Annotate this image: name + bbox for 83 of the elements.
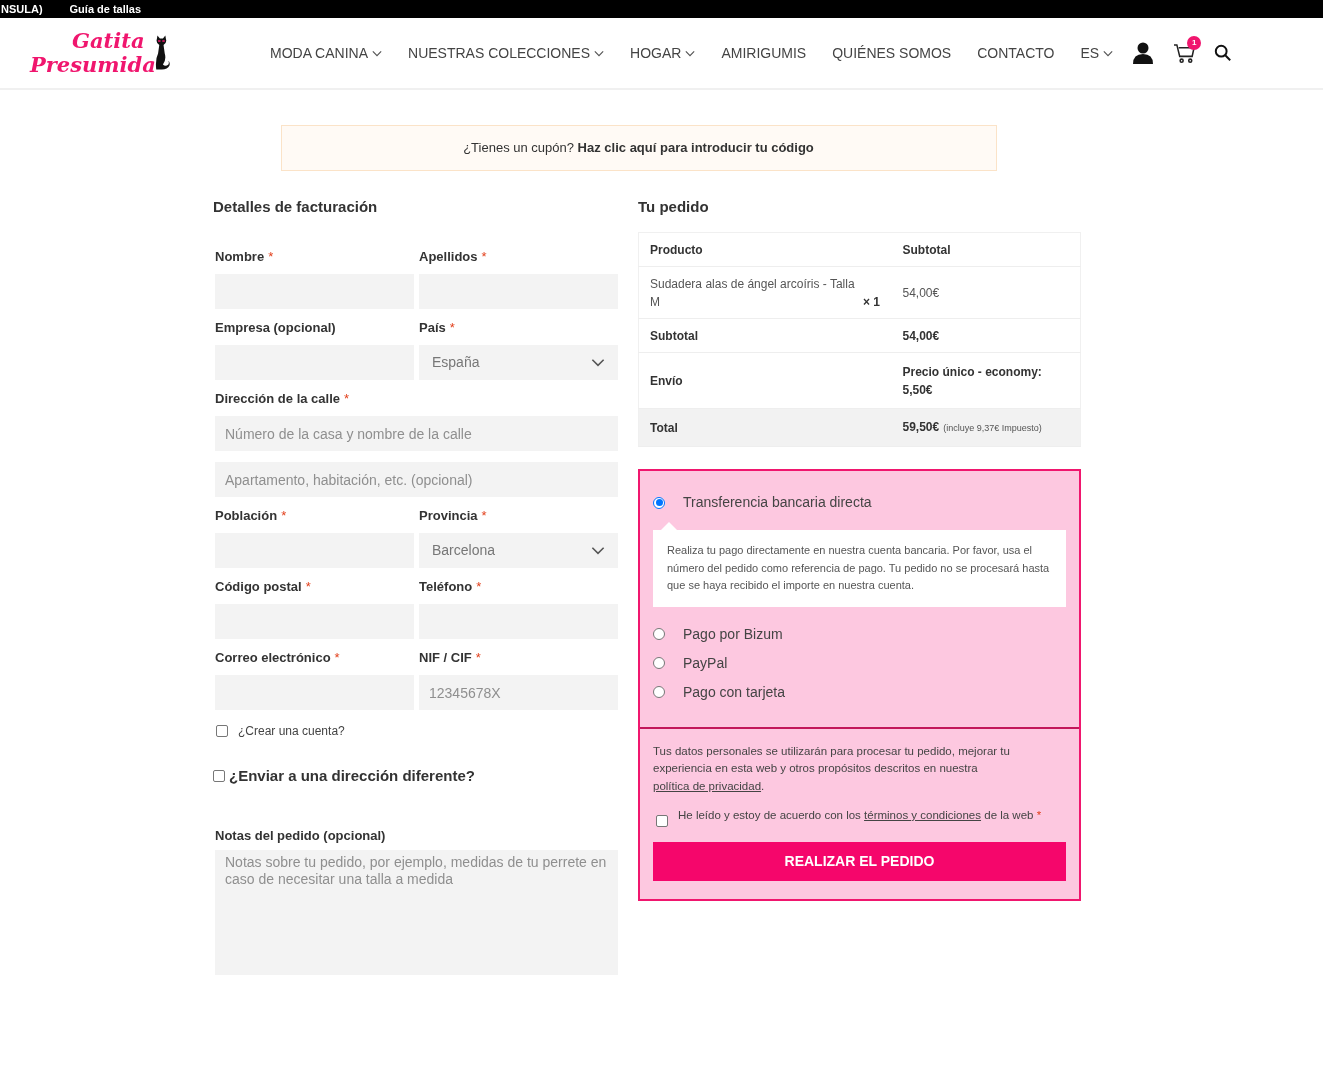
logo-text: Presumida	[30, 53, 156, 77]
notes-field[interactable]: Notas sobre tu pedido, por ejemplo, medidas de tu perrete en caso de necesitar una talla a medida	[215, 850, 618, 975]
select-field[interactable]: España	[419, 345, 618, 380]
nav-link[interactable]: HOGAR	[630, 42, 696, 64]
payment-method-label: PayPal	[683, 653, 728, 673]
field-label: Empresa (opcional)	[215, 319, 336, 337]
field-label: Nombre	[215, 248, 265, 266]
required-mark: *	[268, 248, 274, 266]
required-mark: *	[334, 649, 340, 667]
field-label: Población	[215, 507, 278, 525]
required-mark: *	[305, 578, 311, 596]
row-label: Subtotal	[650, 328, 698, 343]
field-label: Teléfono	[419, 578, 473, 596]
nav-link[interactable]: CONTACTO	[977, 42, 1055, 64]
chevron-down-icon	[1103, 49, 1114, 57]
required-mark: *	[481, 248, 487, 266]
chevron-down-icon	[591, 358, 605, 367]
row-label: Total	[650, 420, 678, 435]
input-field[interactable]: Apartamento, habitación, etc. (opcional)	[215, 462, 618, 497]
row-value: 54,00€	[902, 328, 940, 343]
logo-text: Gatita	[72, 29, 146, 53]
tax-note: (incluye 9,37€ Impuesto)	[943, 423, 1042, 433]
product-quantity: × 1	[863, 293, 880, 311]
chevron-down-icon	[685, 49, 696, 57]
field-label: NIF / CIF	[419, 649, 472, 667]
required-mark: *	[281, 507, 287, 525]
terms-link[interactable]: términos y condiciones	[864, 809, 982, 821]
section-heading: Tu pedido	[638, 197, 710, 217]
checkbox[interactable]	[213, 770, 225, 783]
required-mark: *	[476, 578, 482, 596]
radio-button[interactable]	[653, 628, 665, 640]
required-mark: *	[449, 319, 455, 337]
terms-text: He leído y estoy de acuerdo con los términos y condiciones de la web *	[678, 808, 1042, 823]
field-label: Apellidos	[419, 248, 478, 266]
field-label: Provincia	[419, 507, 478, 525]
logo[interactable]: Gatita Presumida	[30, 25, 170, 81]
user-icon[interactable]	[1133, 42, 1154, 64]
privacy-text: Tus datos personales se utilizarán para procesar tu pedido, mejorar tu experiencia en esta web y otros propósitos descritos en nuestra política de privacidad.	[653, 743, 1011, 794]
required-mark: *	[481, 507, 487, 525]
cart-count-badge: 1	[1187, 35, 1202, 50]
radio-button[interactable]	[653, 496, 665, 509]
payment-method-label: Transferencia bancaria directa	[683, 493, 872, 512]
row-value: 54,00€	[902, 285, 940, 300]
checkbox-label: ¿Enviar a una dirección diferente?	[229, 766, 475, 786]
column-header: Subtotal	[891, 232, 1081, 267]
chevron-down-icon	[372, 49, 382, 57]
radio-button[interactable]	[653, 686, 665, 698]
top-bar-link[interactable]: NSULA)	[1, 0, 43, 18]
field-label: Correo electrónico	[215, 649, 331, 667]
row-value: Precio único - economy: 5,50€	[902, 364, 1042, 397]
product-name: Sudadera alas de ángel arcoíris - Talla M	[650, 275, 855, 311]
nav-link[interactable]: NUESTRAS COLECCIONES	[408, 42, 605, 64]
input-field[interactable]: Número de la casa y nombre de la calle	[215, 416, 618, 451]
checkbox[interactable]	[656, 815, 668, 827]
radio-button[interactable]	[653, 657, 665, 669]
field-label: Notas del pedido (opcional)	[215, 826, 387, 845]
chevron-down-icon	[594, 49, 605, 57]
cart-icon[interactable]	[1173, 42, 1197, 64]
row-label: Envío	[650, 373, 683, 388]
row-value: 59,50€	[902, 420, 940, 434]
required-mark: *	[475, 649, 481, 667]
field-label: Código postal	[215, 578, 302, 596]
checkbox[interactable]	[216, 725, 228, 737]
nav-link[interactable]: QUIÉNES SOMOS	[832, 42, 952, 64]
payment-method-label: Pago por Bizum	[683, 624, 783, 644]
field-label: País	[419, 319, 446, 337]
nav-link[interactable]: AMIRIGUMIS	[721, 42, 807, 64]
nav-link[interactable]: ES	[1080, 42, 1114, 64]
payment-description: Realiza tu pago directamente en nuestra cuenta bancaria. Por favor, usa el número del pedido como referencia de pago. Tu pedido no se procesará hasta que se haya recibido el importe en nuestra cuenta.	[653, 530, 1066, 607]
top-bar-link[interactable]: Guía de tallas	[69, 0, 142, 18]
payment-method-label: Pago con tarjeta	[683, 682, 785, 702]
column-header: Producto	[638, 232, 892, 267]
place-order-button[interactable]: REALIZAR EL PEDIDO	[653, 842, 1066, 881]
select-field[interactable]: Barcelona	[419, 533, 618, 568]
section-heading: Detalles de facturación	[213, 197, 379, 217]
input-field[interactable]: 12345678X	[419, 675, 618, 710]
coupon-notice[interactable]: ¿Tienes un cupón? Haz clic aquí para introducir tu código	[280, 125, 997, 171]
required-mark: *	[344, 390, 350, 408]
nav-link[interactable]: MODA CANINA	[270, 42, 382, 64]
search-icon[interactable]	[1214, 44, 1233, 62]
chevron-down-icon	[591, 546, 605, 555]
checkbox-label: ¿Crear una cuenta?	[238, 723, 345, 740]
field-label: Dirección de la calle	[215, 390, 340, 408]
